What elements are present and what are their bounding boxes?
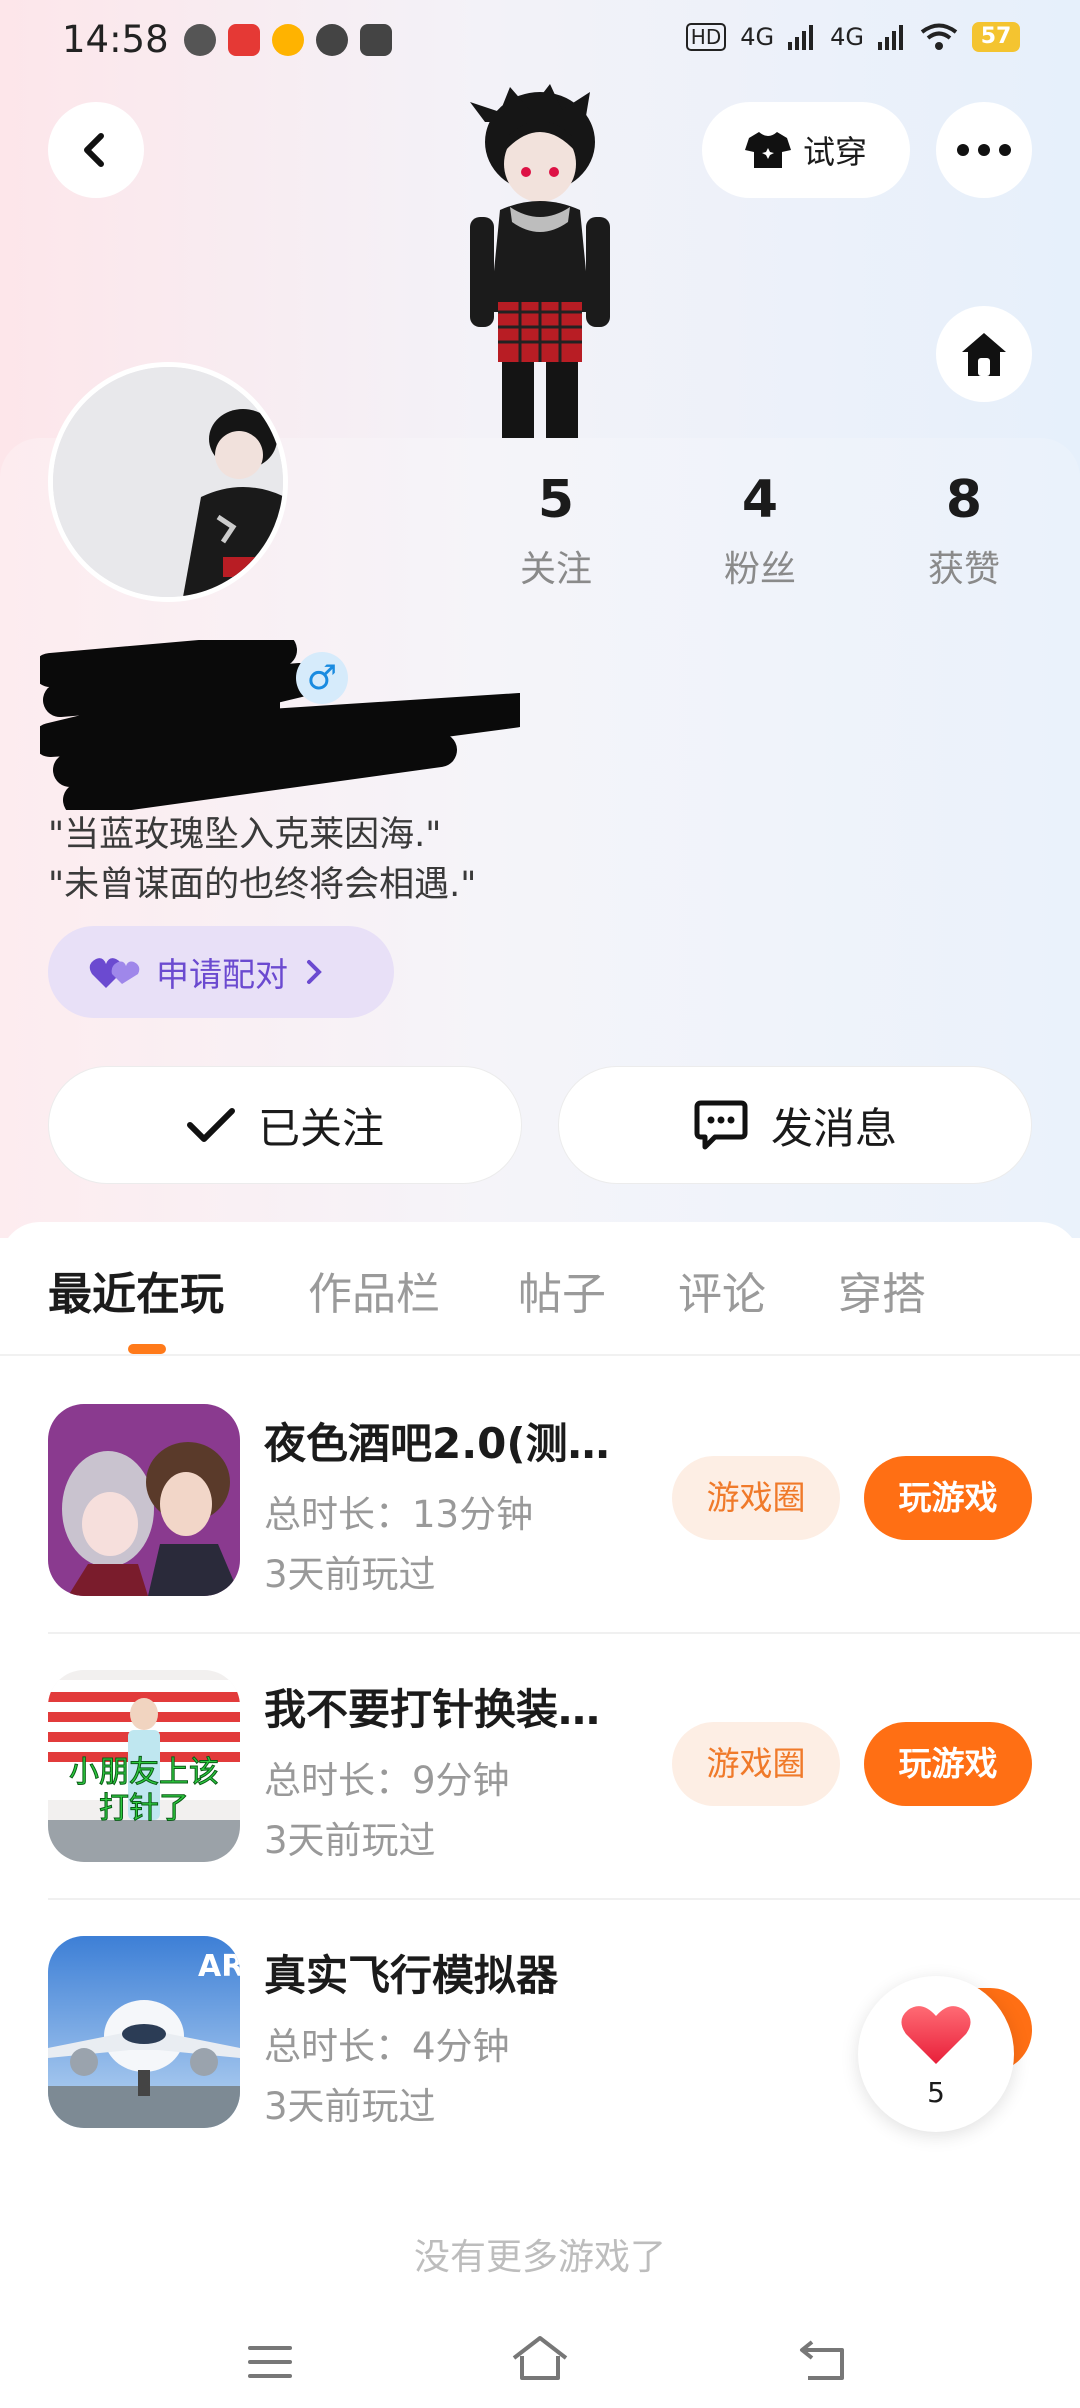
more-dots-icon: [957, 144, 1011, 156]
active-tab-indicator: [128, 1344, 166, 1354]
redacted-username: [40, 640, 520, 810]
home-nav-icon[interactable]: [510, 2334, 570, 2382]
following-stat[interactable]: 5 关注: [486, 470, 626, 592]
profile-avatar[interactable]: [48, 362, 288, 602]
no-more-games-text: 没有更多游戏了: [413, 2237, 666, 2278]
signal-icon: [878, 25, 903, 50]
try-on-button[interactable]: 试穿: [702, 102, 910, 198]
like-count: 5: [927, 2076, 945, 2109]
request-match-button[interactable]: 申请配对: [48, 926, 394, 1018]
app-notification-icon: [360, 24, 392, 56]
tab-divider: [0, 1354, 1080, 1356]
bio-line-1: "当蓝玫瑰坠入克莱因海.": [48, 815, 442, 855]
game-cover-image: AR: [48, 1936, 240, 2128]
notification-icons: [184, 24, 392, 56]
match-label: 申请配对: [156, 955, 288, 994]
game-last-played: 3天前玩过: [264, 2085, 436, 2128]
followers-count: 4: [741, 470, 779, 530]
chevron-left-icon: [84, 133, 104, 167]
male-gender-badge: ♂: [296, 652, 348, 704]
status-time: 14:58: [62, 18, 169, 61]
game-cover-image: [48, 1404, 240, 1596]
back-nav-icon[interactable]: [798, 2338, 848, 2382]
network-icon: 4G: [830, 23, 864, 51]
following-button-label: 已关注: [257, 1103, 384, 1153]
game-title: 真实飞行模拟器: [264, 1951, 559, 2000]
tab-works[interactable]: 作品栏: [308, 1258, 440, 1322]
app-notification-icon: [272, 24, 304, 56]
heart-icon: [901, 2006, 971, 2064]
game-cover-text: AR: [198, 1949, 240, 1984]
game-circle-button[interactable]: 游戏圈: [672, 1722, 840, 1806]
row-divider: [48, 1898, 1080, 1900]
game-title: 夜色酒吧2.0(测…: [264, 1419, 610, 1468]
game-duration: 总时长：9分钟: [264, 1759, 510, 1802]
game-row[interactable]: 小朋友上该 打针了 我不要打针换装… 总时长：9分钟 3天前玩过 游戏圈 玩游戏: [0, 1670, 1080, 1935]
app-notification-icon: [228, 24, 260, 56]
check-icon: [186, 1108, 235, 1142]
hd-icon: HD: [685, 23, 727, 51]
status-indicators: HD 4G 4G 57: [685, 22, 1020, 52]
game-row[interactable]: 夜色酒吧2.0(测… 总时长：13分钟 3天前玩过 游戏圈 玩游戏: [0, 1404, 1080, 1669]
tab-posts[interactable]: 帖子: [518, 1258, 606, 1322]
game-cover-text: 打针了: [99, 1791, 189, 1826]
game-circle-button[interactable]: 游戏圈: [672, 1456, 840, 1540]
game-duration: 总时长：13分钟: [264, 1493, 534, 1536]
message-icon: [694, 1100, 748, 1150]
game-cover-text: 小朋友上该: [69, 1755, 219, 1790]
menu-icon[interactable]: [246, 2344, 294, 2380]
back-button[interactable]: [48, 102, 144, 198]
send-message-button[interactable]: 发消息: [558, 1066, 1032, 1184]
like-button[interactable]: 5: [858, 1976, 1014, 2132]
game-thumbnail[interactable]: 小朋友上该 打针了: [48, 1670, 240, 1862]
followers-label: 粉丝: [723, 549, 796, 590]
tab-comments[interactable]: 评论: [678, 1258, 766, 1322]
bio-line-2: "未曾谋面的也终将会相遇.": [48, 865, 477, 905]
game-title: 我不要打针换装…: [264, 1685, 601, 1734]
game-last-played: 3天前玩过: [264, 1553, 436, 1596]
wifi-icon: [920, 23, 958, 50]
likes-stat[interactable]: 8 获赞: [894, 470, 1034, 592]
chat-notification-icon: [184, 24, 216, 56]
avatar-3d-figure[interactable]: [440, 82, 640, 438]
network-icon: 4G: [740, 23, 775, 51]
hearts-icon: [89, 958, 140, 988]
shirt-icon: [744, 132, 791, 168]
send-message-label: 发消息: [770, 1103, 897, 1153]
game-cover-image: 小朋友上该 打针了: [48, 1670, 240, 1862]
likes-count: 8: [945, 470, 983, 530]
app-notification-icon: [316, 24, 348, 56]
more-button[interactable]: [936, 102, 1032, 198]
home-icon: [962, 333, 1006, 376]
following-count: 5: [537, 470, 575, 530]
row-divider: [48, 1632, 1080, 1634]
tab-recently-played[interactable]: 最近在玩: [48, 1258, 224, 1322]
followers-stat[interactable]: 4 粉丝: [690, 470, 830, 592]
chevron-right-icon: [307, 960, 322, 984]
signal-icon: [788, 25, 814, 50]
following-label: 关注: [519, 549, 592, 590]
home-button[interactable]: [936, 306, 1032, 402]
try-on-label: 试穿: [802, 133, 867, 171]
play-game-button[interactable]: 玩游戏: [864, 1722, 1032, 1806]
game-last-played: 3天前玩过: [264, 1819, 436, 1862]
play-game-button[interactable]: 玩游戏: [864, 1456, 1032, 1540]
battery-icon: 57: [972, 22, 1020, 52]
game-duration: 总时长：4分钟: [264, 2025, 510, 2068]
likes-label: 获赞: [927, 549, 1000, 590]
tab-outfits[interactable]: 穿搭: [838, 1258, 926, 1322]
system-navigation-bar: [0, 2310, 1080, 2408]
game-thumbnail[interactable]: AR: [48, 1936, 240, 2128]
status-bar: 14:58 HD 4G 4G 57: [0, 0, 1080, 84]
game-thumbnail[interactable]: [48, 1404, 240, 1596]
following-button[interactable]: 已关注: [48, 1066, 522, 1184]
avatar-image: [53, 367, 283, 597]
